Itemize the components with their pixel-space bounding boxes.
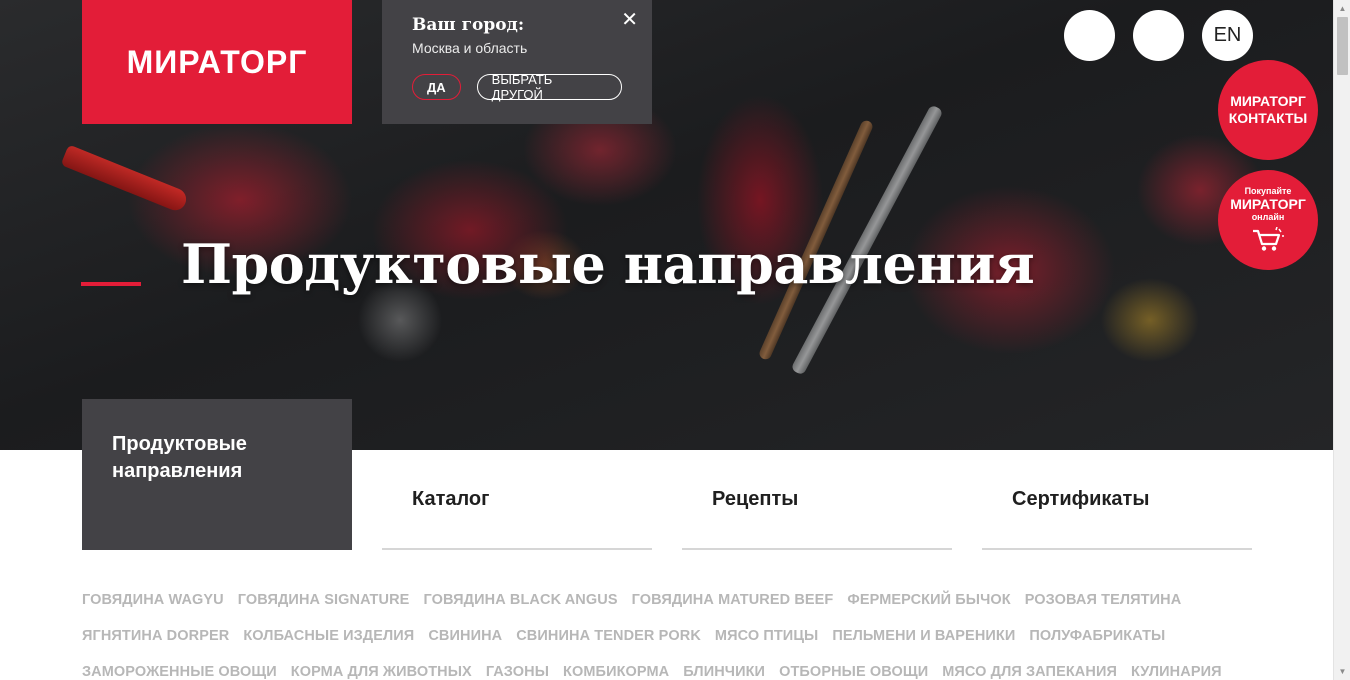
contacts-badge-label: КОНТАКТЫ: [1228, 110, 1308, 126]
category-link[interactable]: МЯСО ДЛЯ ЗАПЕКАНИЯ: [942, 662, 1117, 680]
contacts-badge[interactable]: МИРАТОРГ КОНТАКТЫ: [1218, 60, 1318, 160]
category-link[interactable]: ГАЗОНЫ: [486, 662, 549, 680]
shop-badge-online-label: онлайн: [1251, 211, 1285, 222]
choose-other-city-button[interactable]: ВЫБРАТЬ ДРУГОЙ: [476, 72, 622, 102]
close-icon[interactable]: ✕: [621, 10, 638, 30]
confirm-city-button[interactable]: ДА: [412, 74, 461, 100]
hero-accent-line: [81, 282, 141, 286]
language-button[interactable]: EN: [1202, 10, 1253, 61]
vertical-scrollbar[interactable]: ▲ ▼: [1333, 0, 1350, 680]
scroll-up-arrow-icon[interactable]: ▲: [1334, 0, 1350, 17]
category-link[interactable]: ЗАМОРОЖЕННЫЕ ОВОЩИ: [82, 662, 277, 680]
category-link[interactable]: ГОВЯДИНА SIGNATURE: [238, 590, 410, 610]
contacts-badge-brand: МИРАТОРГ: [1230, 92, 1306, 109]
shop-online-badge[interactable]: Покупайте МИРАТОРГ онлайн: [1218, 170, 1318, 270]
category-link[interactable]: ОТБОРНЫЕ ОВОЩИ: [779, 662, 928, 680]
category-link[interactable]: ПЕЛЬМЕНИ И ВАРЕНИКИ: [832, 626, 1015, 646]
tab-certificates[interactable]: Сертификаты: [982, 450, 1252, 550]
category-link[interactable]: ПОЛУФАБРИКАТЫ: [1029, 626, 1165, 646]
category-link[interactable]: КОРМА ДЛЯ ЖИВОТНЫХ: [291, 662, 472, 680]
tab-catalog[interactable]: Каталог: [382, 450, 652, 550]
shop-badge-brand: МИРАТОРГ: [1230, 196, 1306, 213]
category-link[interactable]: КОЛБАСНЫЕ ИЗДЕЛИЯ: [243, 626, 414, 646]
city-popup: Ваш город: Москва и область ✕ ДА ВЫБРАТЬ…: [382, 0, 652, 124]
city-popup-city: Москва и область: [412, 40, 528, 56]
menu-button[interactable]: [1133, 10, 1184, 61]
category-link[interactable]: ФЕРМЕРСКИЙ БЫЧОК: [847, 590, 1010, 610]
search-button[interactable]: [1064, 10, 1115, 61]
city-popup-buttons: ДА ВЫБРАТЬ ДРУГОЙ: [412, 72, 622, 102]
category-link[interactable]: МЯСО ПТИЦЫ: [715, 626, 818, 646]
city-popup-title: Ваш город:: [412, 15, 525, 35]
scrollbar-thumb[interactable]: [1337, 17, 1348, 75]
category-links: ГОВЯДИНА WAGYU ГОВЯДИНА SIGNATURE ГОВЯДИ…: [82, 590, 1262, 680]
category-link[interactable]: СВИНИНА TENDER PORK: [516, 626, 701, 646]
logo-text: МИРАТОРГ: [126, 43, 308, 80]
category-link[interactable]: ЯГНЯТИНА DORPER: [82, 626, 229, 646]
category-link[interactable]: КОМБИКОРМА: [563, 662, 669, 680]
scroll-down-arrow-icon[interactable]: ▼: [1334, 663, 1350, 680]
shopping-cart-icon: [1253, 226, 1284, 251]
tab-recipes[interactable]: Рецепты: [682, 450, 952, 550]
category-link[interactable]: ГОВЯДИНА WAGYU: [82, 590, 224, 610]
category-link[interactable]: СВИНИНА: [428, 626, 502, 646]
category-link[interactable]: ГОВЯДИНА BLACK ANGUS: [423, 590, 617, 610]
category-link[interactable]: РОЗОВАЯ ТЕЛЯТИНА: [1025, 590, 1182, 610]
category-link[interactable]: КУЛИНАРИЯ: [1131, 662, 1222, 680]
hero-chili-pepper: [60, 144, 190, 214]
hero-title: Продуктовые направления: [181, 232, 1035, 296]
category-link[interactable]: ГОВЯДИНА MATURED BEEF: [632, 590, 834, 610]
tab-product-directions[interactable]: Продуктовые направления: [82, 399, 352, 550]
category-link[interactable]: БЛИНЧИКИ: [683, 662, 765, 680]
logo[interactable]: МИРАТОРГ: [82, 0, 352, 124]
